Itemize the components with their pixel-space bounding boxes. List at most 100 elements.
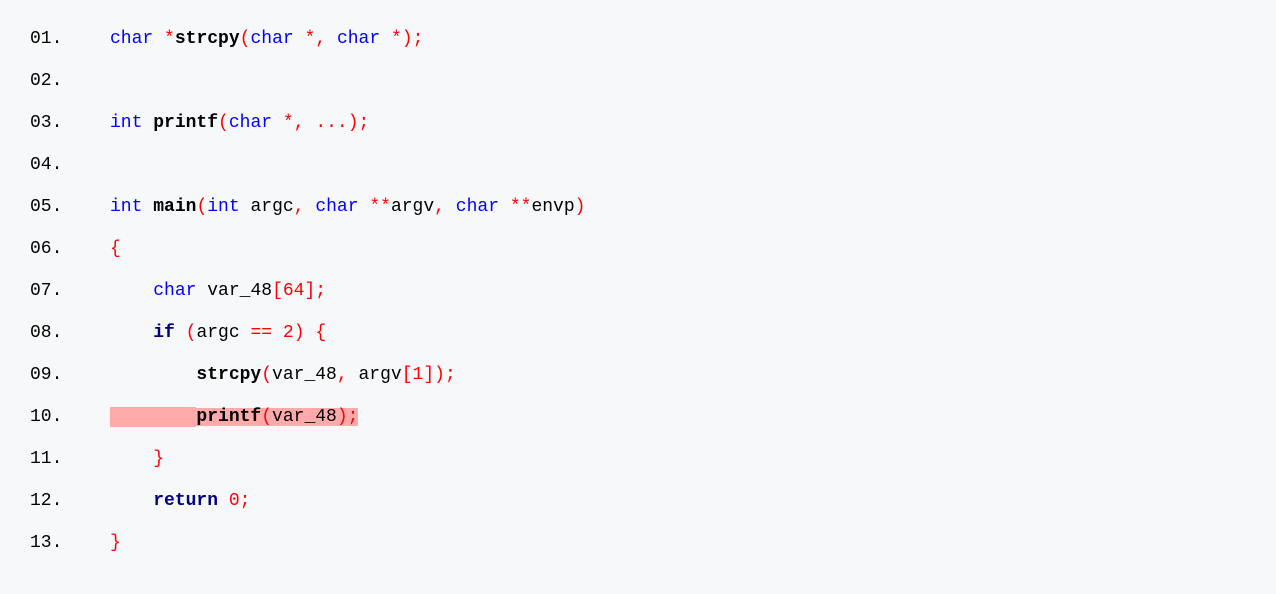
line-number: 10. — [0, 408, 110, 426]
ident-var48: var_48 — [272, 407, 337, 427]
keyword-char: char — [250, 29, 293, 49]
ident-var48: var_48 — [207, 281, 272, 301]
lbrace: { — [110, 239, 121, 259]
line-number: 11. — [0, 450, 110, 468]
comma: , — [434, 197, 445, 217]
rbracket: ] — [304, 281, 315, 301]
line-number: 08. — [0, 324, 110, 342]
rbrace: } — [110, 533, 121, 553]
semicolon: ; — [348, 407, 359, 427]
operator-star: * — [391, 29, 402, 49]
rparen: ) — [294, 323, 305, 343]
lparen: ( — [196, 197, 207, 217]
lbracket: [ — [402, 365, 413, 385]
highlight-region: printf(var_48); — [110, 408, 358, 426]
comma: , — [294, 197, 305, 217]
comma: , — [315, 29, 326, 49]
line-content: char var_48[64]; — [110, 282, 326, 300]
keyword-int: int — [110, 197, 142, 217]
operator-starstar: ** — [369, 197, 391, 217]
ident-argv: argv — [358, 365, 401, 385]
ident-argv: argv — [391, 197, 434, 217]
operator-star: * — [283, 113, 294, 133]
keyword-char: char — [337, 29, 380, 49]
semicolon: ; — [240, 491, 251, 511]
keyword-char: char — [315, 197, 358, 217]
operator-star: * — [305, 29, 316, 49]
number-0: 0 — [229, 491, 240, 511]
comma: , — [294, 113, 305, 133]
line-number: 05. — [0, 198, 110, 216]
line-number: 06. — [0, 240, 110, 258]
semicolon: ; — [445, 365, 456, 385]
code-line: 05. int main(int argc, char **argv, char… — [0, 198, 1276, 216]
semicolon: ; — [315, 281, 326, 301]
operator-eqeq: == — [250, 323, 272, 343]
keyword-char: char — [456, 197, 499, 217]
line-content: } — [110, 450, 164, 468]
ident-argc: argc — [250, 197, 293, 217]
lparen: ( — [240, 29, 251, 49]
ident-var48: var_48 — [272, 365, 337, 385]
code-line: 11. } — [0, 450, 1276, 468]
ellipsis: ... — [315, 113, 347, 133]
code-block: 01. char *strcpy(char *, char *); 02. 03… — [0, 30, 1276, 552]
code-line: 04. — [0, 156, 1276, 174]
keyword-if: if — [153, 323, 175, 343]
line-number: 13. — [0, 534, 110, 552]
keyword-return: return — [153, 491, 218, 511]
rbrace: } — [153, 449, 164, 469]
operator-starstar: ** — [510, 197, 532, 217]
operator-star: * — [164, 29, 175, 49]
fn-main: main — [153, 197, 196, 217]
keyword-char: char — [229, 113, 272, 133]
keyword-char: char — [153, 281, 196, 301]
line-number: 04. — [0, 156, 110, 174]
lparen: ( — [261, 407, 272, 427]
keyword-int: int — [110, 113, 142, 133]
keyword-char: char — [110, 29, 153, 49]
number-2: 2 — [283, 323, 294, 343]
code-line: 01. char *strcpy(char *, char *); — [0, 30, 1276, 48]
rparen: ) — [434, 365, 445, 385]
code-line: 03. int printf(char *, ...); — [0, 114, 1276, 132]
semicolon: ; — [359, 113, 370, 133]
ident-argc: argc — [196, 323, 239, 343]
lparen: ( — [186, 323, 197, 343]
line-content: int printf(char *, ...); — [110, 114, 369, 132]
line-number: 02. — [0, 72, 110, 90]
comma: , — [337, 365, 348, 385]
line-number: 03. — [0, 114, 110, 132]
line-number: 09. — [0, 366, 110, 384]
code-line: 09. strcpy(var_48, argv[1]); — [0, 366, 1276, 384]
rparen: ) — [402, 29, 413, 49]
rparen: ) — [575, 197, 586, 217]
fn-printf: printf — [196, 407, 261, 427]
code-line: 08. if (argc == 2) { — [0, 324, 1276, 342]
line-content: if (argc == 2) { — [110, 324, 326, 342]
line-content: { — [110, 240, 121, 258]
code-line: 02. — [0, 72, 1276, 90]
rbracket: ] — [423, 365, 434, 385]
fn-strcpy: strcpy — [196, 365, 261, 385]
line-content: int main(int argc, char **argv, char **e… — [110, 198, 585, 216]
line-content: printf(var_48); — [110, 408, 358, 426]
lparen: ( — [261, 365, 272, 385]
line-number: 12. — [0, 492, 110, 510]
line-number: 07. — [0, 282, 110, 300]
rparen: ) — [337, 407, 348, 427]
line-content: return 0; — [110, 492, 250, 510]
line-content: char *strcpy(char *, char *); — [110, 30, 423, 48]
lbrace: { — [315, 323, 326, 343]
lbracket: [ — [272, 281, 283, 301]
fn-printf: printf — [153, 113, 218, 133]
code-line: 06. { — [0, 240, 1276, 258]
line-number: 01. — [0, 30, 110, 48]
code-line: 07. char var_48[64]; — [0, 282, 1276, 300]
number-1: 1 — [413, 365, 424, 385]
code-line-highlighted: 10. printf(var_48); — [0, 408, 1276, 426]
semicolon: ; — [413, 29, 424, 49]
code-line: 13. } — [0, 534, 1276, 552]
rparen: ) — [348, 113, 359, 133]
line-content: } — [110, 534, 121, 552]
